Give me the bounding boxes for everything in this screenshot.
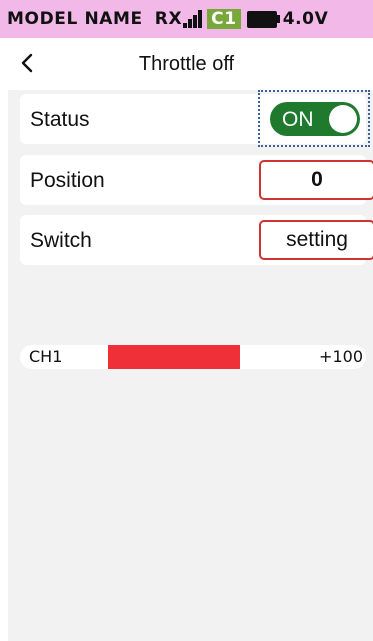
voltage-readout: 4.0V [282,9,329,29]
switch-setting-button[interactable]: setting [259,220,373,260]
screen: MODEL NAME RX C1 4.0V Throttle off Statu… [0,0,373,641]
channel-badge: C1 [207,9,241,29]
position-value-field[interactable]: 0 [259,160,373,200]
switch-label: Switch [30,229,92,252]
signal-bars-icon [183,10,203,28]
channel-fill [108,345,240,369]
position-row: Position 0 [20,155,373,205]
toggle-state-text: ON [282,108,314,131]
toggle-knob [329,105,357,133]
page-title: Throttle off [138,53,235,75]
channel-label: CH1 [29,347,63,366]
status-label: Status [30,108,90,131]
header: Throttle off [0,38,373,90]
channel-value: +100 [319,347,363,366]
content-panel: Status ON Position 0 Switch setting CH1 … [8,90,373,641]
position-label: Position [30,169,105,192]
channel-bar-row: CH1 +100 [20,345,366,369]
model-name: MODEL NAME [7,9,143,29]
status-bar: MODEL NAME RX C1 4.0V [0,0,373,38]
switch-row: Switch setting [20,215,373,265]
rx-label: RX [154,9,183,29]
battery-icon [246,10,280,28]
status-toggle[interactable]: ON [270,102,360,136]
